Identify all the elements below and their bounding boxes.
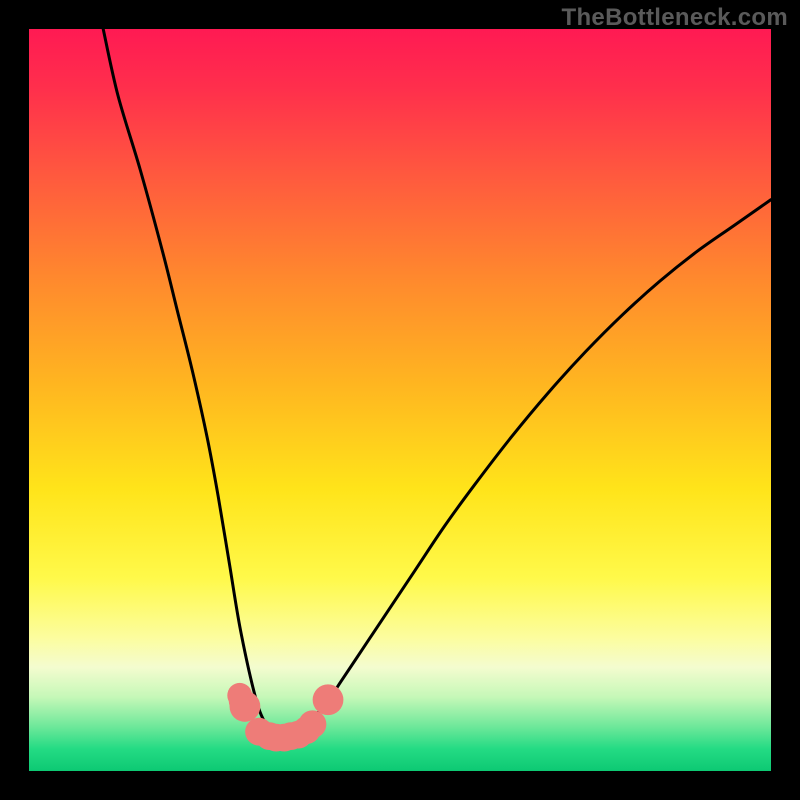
plot-area — [29, 29, 771, 771]
curve-marker — [299, 710, 327, 738]
marker-group — [227, 683, 343, 752]
curve-marker — [313, 684, 344, 715]
curve-marker — [230, 691, 261, 722]
curve-layer — [29, 29, 771, 771]
chart-frame: TheBottleneck.com — [0, 0, 800, 800]
watermark-text: TheBottleneck.com — [562, 4, 788, 32]
bottleneck-curve — [103, 29, 771, 735]
